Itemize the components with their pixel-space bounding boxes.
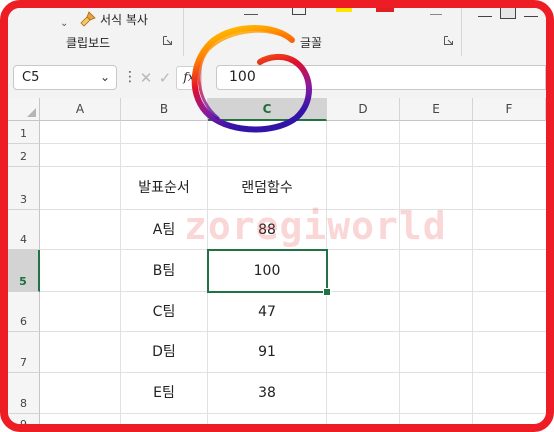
cell-b4[interactable]: A팀 [121,210,207,250]
cell-b8[interactable]: E팀 [121,373,207,414]
spreadsheet-grid: A B C D E F 1 2 3 4 5 6 7 8 9 발표순서 랜덤함수 … [8,98,546,424]
cell-b5[interactable]: B팀 [121,250,207,292]
cell-c4[interactable]: 88 [208,210,326,250]
font-size-dropdown-icon[interactable] [244,8,258,15]
clipboard-group-label: 클립보드 [66,36,111,50]
align-middle-icon[interactable] [500,8,516,19]
cell-c3[interactable]: 랜덤함수 [208,167,326,210]
border-icon[interactable] [292,8,306,15]
confirm-icon[interactable]: ✓ [156,69,174,87]
select-all-button[interactable] [8,98,40,121]
row-header-5[interactable]: 5 [8,250,40,292]
cell-c8[interactable]: 38 [208,373,326,414]
format-painter-label: 서식 복사 [100,12,148,27]
dialog-launcher-icon[interactable] [163,36,172,45]
row-header-8[interactable]: 8 [8,373,40,414]
align-bottom-icon[interactable] [524,8,538,17]
dialog-launcher-icon[interactable] [444,36,453,45]
row-header-3[interactable]: 3 [8,167,40,210]
column-header-b[interactable]: B [121,98,208,121]
cancel-icon[interactable]: ✕ [136,69,156,87]
row-header-9[interactable]: 9 [8,414,40,424]
formula-bar: C5 ⌄ ⋮ ✕ ✓ fx 100 [8,60,546,98]
highlight-color-icon[interactable] [336,8,352,12]
more-options-icon[interactable]: ⋮ [123,68,137,86]
row-header-2[interactable]: 2 [8,144,40,167]
name-box-value: C5 [22,70,40,85]
ribbon: ⌄ 서식 복사 클립보드 글꼴 [8,8,546,61]
font-color-icon[interactable] [376,8,394,12]
chevron-down-icon[interactable]: ⌄ [100,66,110,89]
format-painter-button[interactable]: 서식 복사 [80,10,148,28]
column-header-e[interactable]: E [400,98,473,121]
column-header-c[interactable]: C [208,98,327,121]
name-box[interactable]: C5 ⌄ [13,65,117,90]
column-header-f[interactable]: F [473,98,546,121]
cell-c6[interactable]: 47 [208,292,326,332]
row-header-1[interactable]: 1 [8,121,40,144]
paintbrush-icon [80,11,96,27]
column-header-d[interactable]: D [327,98,400,121]
insert-function-button[interactable]: fx [176,65,202,90]
cell-b3[interactable]: 발표순서 [121,167,207,210]
font-group-label: 글꼴 [300,36,323,50]
screenshot-frame: ⌄ 서식 복사 클립보드 글꼴 C5 ⌄ ⋮ ✕ ✓ fx 100 A B C … [0,0,554,432]
formula-input[interactable]: 100 [216,65,546,90]
row-header-4[interactable]: 4 [8,210,40,250]
fill-handle[interactable] [323,288,331,296]
cell-b6[interactable]: C팀 [121,292,207,332]
chevron-down-icon[interactable]: ⌄ [60,18,68,29]
active-cell-selection [207,249,328,293]
cell-c7[interactable]: 91 [208,332,326,373]
column-header-a[interactable]: A [40,98,121,121]
cell-b7[interactable]: D팀 [121,332,207,373]
ribbon-group-divider [461,8,462,56]
text-direction-icon[interactable] [430,8,442,15]
align-top-icon[interactable] [478,8,492,17]
row-header-6[interactable]: 6 [8,292,40,332]
ribbon-group-divider [183,8,184,56]
row-header-7[interactable]: 7 [8,332,40,373]
